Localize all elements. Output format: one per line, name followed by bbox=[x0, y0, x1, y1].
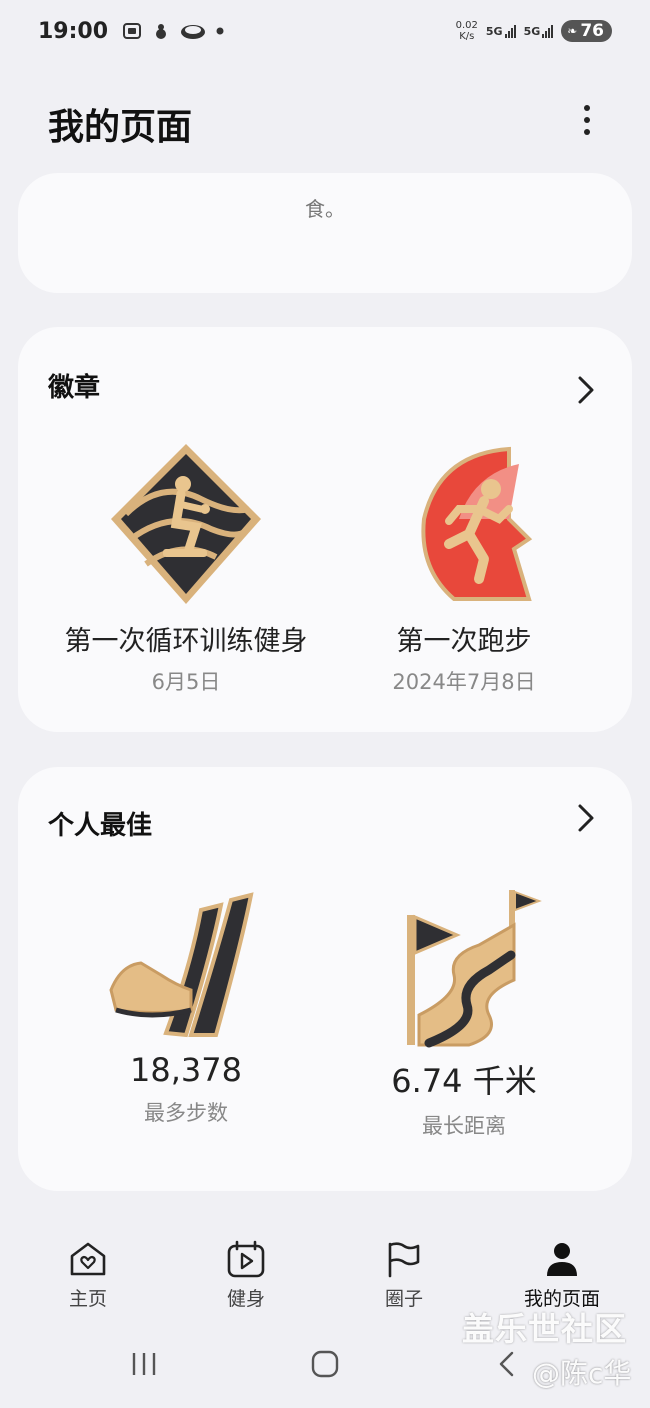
shoe-badge-icon bbox=[109, 892, 254, 1038]
person-icon bbox=[547, 1243, 577, 1276]
personal-best-item[interactable]: 6.74 千米 最长距离 bbox=[314, 885, 614, 1140]
network-speed: 0.02 K/s bbox=[456, 20, 478, 42]
nav-item-home[interactable]: 主页 bbox=[28, 1230, 148, 1311]
top-card[interactable]: 食。 bbox=[18, 173, 632, 293]
personal-best-item[interactable]: 18,378 最多步数 bbox=[36, 885, 336, 1127]
status-notification-icons bbox=[122, 21, 224, 41]
dot-icon bbox=[216, 27, 224, 35]
signal-2: 5G bbox=[524, 24, 554, 38]
badge-name: 第一次循环训练健身 bbox=[64, 626, 308, 657]
circuit-training-badge-icon bbox=[111, 444, 261, 604]
status-right: 0.02 K/s 5G 5G ❧ 76 bbox=[456, 20, 612, 42]
badge-date: 6月5日 bbox=[151, 670, 221, 694]
badge-item[interactable]: 第一次跑步 2024年7月8日 bbox=[314, 439, 614, 696]
badge-date: 2024年7月8日 bbox=[392, 670, 536, 694]
signal-1: 5G bbox=[486, 24, 516, 38]
nav-label-fitness: 健身 bbox=[226, 1288, 265, 1310]
top-card-text: 食。 bbox=[305, 197, 345, 221]
nav-label-home: 主页 bbox=[68, 1288, 107, 1310]
nav-label-together: 圈子 bbox=[384, 1288, 423, 1310]
running-badge-icon bbox=[421, 446, 533, 601]
battery-indicator: ❧ 76 bbox=[561, 20, 612, 42]
nav-item-together[interactable]: 圈子 bbox=[344, 1230, 464, 1311]
nav-item-fitness[interactable]: 健身 bbox=[186, 1230, 306, 1311]
nav-item-my-page[interactable]: 我的页面 bbox=[502, 1230, 622, 1311]
signal-2-label: 5G bbox=[523, 25, 541, 38]
badge-item[interactable]: 第一次循环训练健身 6月5日 bbox=[36, 439, 336, 696]
personal-best-card: 个人最佳 18,378 最多步数 6.74 千米 最长距离 bbox=[18, 767, 632, 1191]
watermark-user: @陈c华 bbox=[532, 1357, 632, 1390]
back-icon[interactable] bbox=[496, 1350, 516, 1378]
fitness-calendar-icon bbox=[227, 1240, 265, 1278]
status-time: 19:00 bbox=[38, 18, 109, 44]
status-bar: 19:00 0.02 K/s 5G 5G ❧ 76 bbox=[0, 0, 650, 62]
signal-bars-icon bbox=[504, 24, 516, 38]
badges-title: 徽章 bbox=[48, 373, 101, 403]
dot-icon bbox=[584, 129, 590, 135]
more-options-button[interactable] bbox=[572, 100, 602, 140]
network-speed-value: 0.02 bbox=[455, 20, 478, 31]
recent-apps-icon[interactable] bbox=[130, 1350, 158, 1378]
signal-bars-icon bbox=[542, 24, 554, 38]
home-heart-icon bbox=[70, 1242, 106, 1276]
squirrel-icon bbox=[156, 24, 167, 39]
dot-icon bbox=[584, 117, 590, 123]
cloud-icon bbox=[181, 25, 206, 39]
battery-leaf-icon: ❧ bbox=[567, 24, 578, 38]
flag-icon bbox=[388, 1242, 420, 1278]
distance-label: 最长距离 bbox=[422, 1114, 506, 1138]
distance-value: 6.74 千米 bbox=[391, 1062, 537, 1100]
badge-name: 第一次跑步 bbox=[396, 626, 532, 657]
flag-road-badge-icon bbox=[407, 890, 542, 1048]
badges-card: 徽章 第一次循环训练健身 6月5日 第一次跑步 2024年7月8日 bbox=[18, 327, 632, 732]
home-button-icon[interactable] bbox=[311, 1350, 339, 1378]
chevron-right-icon[interactable] bbox=[574, 803, 598, 833]
steps-label: 最多步数 bbox=[144, 1101, 228, 1125]
signal-1-label: 5G bbox=[485, 25, 503, 38]
screenshot-icon bbox=[123, 23, 142, 39]
battery-level: 76 bbox=[580, 21, 604, 41]
steps-value: 18,378 bbox=[130, 1051, 242, 1089]
network-speed-unit: K/s bbox=[459, 31, 475, 42]
watermark-site: 盖乐世社区 bbox=[462, 1310, 628, 1348]
personal-best-title: 个人最佳 bbox=[48, 811, 153, 841]
chevron-right-icon[interactable] bbox=[574, 375, 598, 405]
dot-icon bbox=[584, 105, 590, 111]
page-title: 我的页面 bbox=[48, 107, 193, 148]
